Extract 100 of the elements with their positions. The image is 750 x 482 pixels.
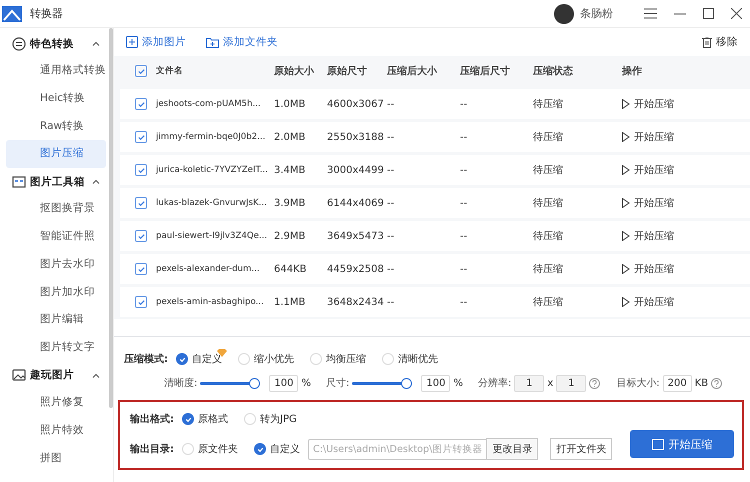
minimize-icon[interactable]	[674, 12, 686, 14]
width-field[interactable]: 1	[514, 374, 544, 392]
table-cell-text: 6144x4069	[327, 198, 385, 208]
table-cell-text: --	[460, 198, 468, 208]
chevron-icon[interactable]	[92, 372, 100, 378]
checkbox[interactable]	[135, 164, 147, 176]
table-cell-text: --	[460, 98, 468, 110]
start-compress-link[interactable]: 开始压缩	[622, 229, 674, 243]
start-compress-link[interactable]: 开始压缩	[622, 196, 674, 210]
table-cell-text: 3.4MB	[274, 164, 306, 176]
sidebar-item[interactable]: Heic转换	[6, 84, 106, 113]
table-cell-text: --	[387, 264, 396, 274]
setting-label: 清晰度:	[164, 376, 198, 390]
start-button[interactable]: 开始压缩	[630, 430, 734, 458]
column-header: 原始尺寸	[327, 64, 368, 78]
play-icon	[622, 99, 630, 109]
column-header: 压缩后大小	[387, 64, 438, 78]
add-icon	[126, 36, 138, 48]
sidebar-item[interactable]: 图片编辑	[6, 306, 106, 334]
height-field[interactable]: 1	[556, 374, 586, 392]
chevron-icon[interactable]	[92, 179, 100, 184]
table-cell-text: 待压缩	[533, 98, 564, 111]
column-header: 压缩后尺寸	[460, 64, 511, 78]
add-image-button[interactable]: 添加图片	[142, 35, 186, 49]
table-cell-text: --	[387, 164, 396, 176]
sidebar-item[interactable]: 图片压缩	[6, 140, 106, 168]
avatar[interactable]	[554, 4, 574, 24]
sidebar-item[interactable]: 拼图	[6, 444, 106, 472]
setting-label: 压缩模式:	[124, 352, 168, 366]
help-icon[interactable]	[711, 378, 722, 388]
checkbox[interactable]	[135, 65, 147, 77]
start-compress-link[interactable]: 开始压缩	[622, 130, 674, 144]
setting-label: 输出目录:	[130, 442, 174, 456]
checkbox[interactable]	[135, 230, 147, 242]
table-cell-text: 3649x5473	[327, 230, 385, 242]
sidebar-item[interactable]: 抠图换背景	[6, 195, 106, 223]
table-cell-text: 644KB	[274, 264, 308, 274]
chevron-icon[interactable]	[92, 41, 100, 46]
table-cell-text: --	[387, 132, 396, 142]
scrollbar[interactable]	[109, 28, 113, 408]
checkmark-icon	[136, 132, 146, 142]
start-compress-link[interactable]: 开始压缩	[622, 163, 674, 177]
setting-label: 尺寸:	[326, 376, 350, 390]
checkmark-icon	[136, 264, 146, 274]
sidebar-item[interactable]: Raw转换	[6, 112, 106, 140]
remove-button[interactable]: 移除	[716, 35, 738, 49]
table-cell-text: --	[387, 98, 396, 110]
slider[interactable]	[200, 378, 260, 388]
close-icon[interactable]	[731, 8, 742, 19]
checkbox[interactable]	[135, 131, 147, 143]
target-size-field[interactable]: 200	[662, 374, 692, 392]
change-folder-button[interactable]: 更改目录	[486, 438, 538, 460]
play-icon	[622, 132, 630, 142]
help-icon[interactable]	[589, 378, 600, 388]
start-compress-link[interactable]: 开始压缩	[622, 97, 674, 111]
table-cell-text: 3000x4499	[327, 164, 385, 176]
sidebar-item[interactable]: 照片特效	[6, 416, 106, 445]
sidebar-item[interactable]: 照片修复	[6, 388, 106, 417]
sidebar-item[interactable]: 图片加水印	[6, 278, 106, 306]
sidebar-group-label[interactable]: 特色转换	[30, 36, 74, 50]
radio-button[interactable]	[254, 443, 266, 455]
slider[interactable]	[352, 378, 412, 388]
toolbox-icon	[12, 174, 26, 189]
convert-icon	[12, 36, 26, 50]
play-icon	[622, 264, 630, 274]
checkmark-icon	[136, 198, 146, 208]
menu-icon[interactable]	[644, 8, 657, 19]
play-icon	[622, 297, 630, 307]
unit-label: %	[301, 378, 311, 388]
checkbox[interactable]	[135, 98, 147, 110]
column-header: 压缩状态	[533, 64, 574, 78]
table-cell-text: 1.1MB	[274, 296, 306, 308]
start-compress-link[interactable]: 开始压缩	[622, 295, 674, 309]
table-cell-text: 1.0MB	[274, 98, 306, 110]
value-field[interactable]: 100	[421, 374, 450, 392]
sidebar-item[interactable]: 通用格式转换	[6, 57, 106, 85]
start-compress-link[interactable]: 开始压缩	[622, 262, 674, 276]
table-cell-text: 待压缩	[533, 230, 564, 243]
setting-label: 目标大小:	[616, 376, 660, 390]
sidebar-item[interactable]: 图片去水印	[6, 250, 106, 279]
trash-icon[interactable]	[702, 36, 712, 48]
value-field[interactable]: 100	[269, 374, 298, 392]
add-folder-button[interactable]: 添加文件夹	[223, 35, 278, 49]
sidebar-group-label[interactable]: 图片工具箱	[30, 174, 85, 189]
sidebar-item[interactable]: 图片转文字	[6, 334, 106, 362]
table-cell-text: --	[460, 264, 468, 274]
open-folder-button[interactable]: 打开文件夹	[550, 438, 612, 460]
maximize-icon[interactable]	[703, 8, 714, 19]
table-cell-text: 2.0MB	[274, 132, 306, 142]
table-cell-text: 3.9MB	[274, 198, 306, 208]
checkbox[interactable]	[135, 197, 147, 209]
slider-thumb[interactable]	[401, 378, 412, 388]
radio-button[interactable]	[176, 353, 188, 365]
radio-button[interactable]	[182, 413, 194, 425]
sidebar-group-label[interactable]: 趣玩图片	[30, 368, 74, 382]
slider-thumb[interactable]	[249, 378, 260, 388]
sidebar-item[interactable]: 智能证件照	[6, 222, 106, 251]
checkbox[interactable]	[135, 296, 147, 308]
user-name[interactable]: 条肠粉	[580, 6, 613, 21]
checkbox[interactable]	[135, 263, 147, 275]
